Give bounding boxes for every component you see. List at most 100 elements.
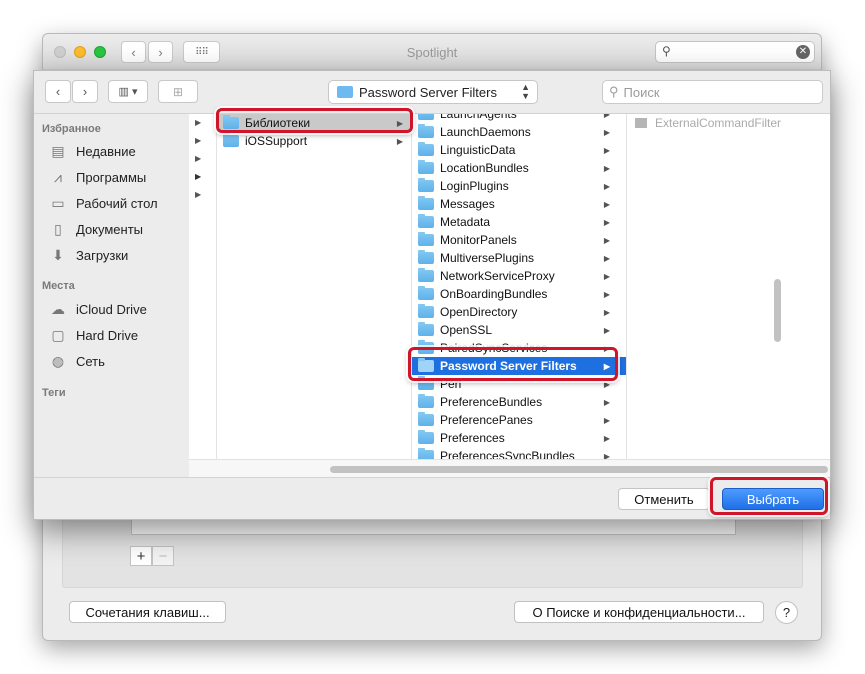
list-item-label: LoginPlugins bbox=[440, 179, 509, 193]
list-item-label: PreferencesSyncBundles bbox=[440, 449, 575, 459]
dialog-toolbar: ‹ › ▥ ▾ ⊞ Password Server Filters ▲ ▼ ⚲ П… bbox=[34, 71, 830, 114]
disk-icon: ▢ bbox=[51, 326, 65, 343]
list-item-folder[interactable]: MonitorPanels ▶ bbox=[412, 231, 626, 249]
folder-icon bbox=[418, 160, 434, 174]
sidebar-item-label: Недавние bbox=[76, 143, 136, 159]
list-item-label: Preferences bbox=[440, 431, 505, 445]
clear-search-icon[interactable]: ✕ bbox=[796, 45, 810, 59]
list-item-folder[interactable]: OpenSSL ▶ bbox=[412, 321, 626, 339]
dialog-back-button[interactable]: ‹ bbox=[45, 80, 71, 103]
list-item-folder[interactable]: LinguisticData ▶ bbox=[412, 141, 626, 159]
list-item-label: LaunchDaemons bbox=[440, 125, 531, 139]
dialog-forward-button[interactable]: › bbox=[72, 80, 98, 103]
sidebar-item-recents[interactable]: ▤ Недавние bbox=[48, 140, 136, 162]
list-item-folder[interactable]: PreferencePanes ▶ bbox=[412, 411, 626, 429]
columns-view-icon: ▥ ▾ bbox=[118, 86, 138, 98]
column-browser: ▶ ▶ ▶ ▶ ▶ Библиотеки ▶ iOSSupport ▶ Laun… bbox=[189, 114, 830, 477]
chevron-right-icon: ▶ bbox=[603, 415, 610, 425]
view-mode-button[interactable]: ▥ ▾ bbox=[108, 80, 148, 103]
column-3: LaunchAgents ▶ LaunchDaemons ▶ LinguisticDat… bbox=[412, 114, 627, 459]
list-item-folder[interactable]: LaunchDaemons ▶ bbox=[412, 123, 626, 141]
chevron-right-icon: ▶ bbox=[603, 253, 610, 263]
horizontal-scrollbar-thumb[interactable] bbox=[330, 466, 828, 473]
chevron-right-icon: ▶ bbox=[603, 217, 610, 227]
list-item-label: NetworkServiceProxy bbox=[440, 269, 555, 283]
preferences-search-field[interactable]: ⚲ ✕ bbox=[655, 41, 815, 63]
sidebar-item-label: iCloud Drive bbox=[76, 301, 147, 317]
title-bar: ‹ › ⠿⠿ Spotlight ⚲ ✕ bbox=[43, 34, 821, 70]
apps-icon: ⩘ bbox=[54, 168, 62, 185]
list-item-folder[interactable]: Metadata ▶ bbox=[412, 213, 626, 231]
highlight-ring-libraries bbox=[216, 108, 413, 133]
chevron-right-icon: ▶ bbox=[195, 172, 202, 181]
chevron-right-icon: ▶ bbox=[396, 136, 403, 146]
list-item-folder[interactable]: OpenDirectory ▶ bbox=[412, 303, 626, 321]
list-item-folder[interactable]: Preferences ▶ bbox=[412, 429, 626, 447]
highlight-ring-choose-button bbox=[710, 477, 828, 515]
help-button[interactable]: ? bbox=[775, 601, 798, 624]
folder-icon bbox=[223, 133, 239, 147]
clock-icon: ▤ bbox=[51, 142, 65, 159]
document-icon: ▯ bbox=[54, 220, 62, 237]
list-item-iossupport[interactable]: iOSSupport ▶ bbox=[217, 132, 411, 150]
sidebar-item-downloads[interactable]: ⬇ Загрузки bbox=[48, 244, 128, 266]
list-item-folder[interactable]: OnBoardingBundles ▶ bbox=[412, 285, 626, 303]
folder-icon bbox=[418, 178, 434, 192]
sidebar-item-icloud[interactable]: ☁ iCloud Drive bbox=[48, 298, 147, 320]
remove-button[interactable]: − bbox=[152, 546, 174, 566]
keyboard-shortcuts-button[interactable]: Сочетания клавиш... bbox=[69, 601, 226, 623]
list-item-folder[interactable]: LoginPlugins ▶ bbox=[412, 177, 626, 195]
column-2: Библиотеки ▶ iOSSupport ▶ bbox=[217, 114, 412, 459]
folder-icon bbox=[418, 430, 434, 444]
list-item-folder[interactable]: LaunchAgents ▶ bbox=[412, 114, 626, 123]
new-folder-icon: ⊞ bbox=[172, 84, 184, 99]
path-popup-menu[interactable]: Password Server Filters ▲ ▼ bbox=[328, 80, 538, 104]
list-item-folder[interactable]: PreferenceBundles ▶ bbox=[412, 393, 626, 411]
horizontal-scrollbar[interactable] bbox=[189, 459, 830, 477]
chevron-right-icon: ▶ bbox=[603, 127, 610, 137]
folder-icon bbox=[418, 114, 434, 120]
list-item-label: Metadata bbox=[440, 215, 491, 229]
sidebar-item-network[interactable]: ◍ Сеть bbox=[48, 350, 105, 372]
folder-icon bbox=[418, 124, 434, 138]
folder-icon bbox=[418, 394, 434, 408]
search-icon: ⚲ bbox=[662, 44, 671, 58]
folder-icon bbox=[418, 322, 434, 336]
folder-icon bbox=[337, 86, 353, 98]
add-button[interactable]: + bbox=[130, 546, 152, 566]
sidebar-item-hard-drive[interactable]: ▢ Hard Drive bbox=[48, 324, 138, 346]
list-item-folder[interactable]: NetworkServiceProxy ▶ bbox=[412, 267, 626, 285]
chevron-right-icon: ▶ bbox=[603, 145, 610, 155]
cancel-button[interactable]: Отменить bbox=[618, 488, 710, 510]
sidebar-item-applications[interactable]: ⩘ Программы bbox=[48, 166, 146, 188]
sidebar-item-desktop[interactable]: ▭ Рабочий стол bbox=[48, 192, 157, 214]
list-item-label: MultiversePlugins bbox=[440, 251, 535, 265]
dialog-search-field[interactable]: ⚲ Поиск bbox=[602, 80, 823, 104]
add-remove-controls: + − bbox=[130, 546, 174, 566]
list-item-folder[interactable]: MultiversePlugins ▶ bbox=[412, 249, 626, 267]
list-item-externalcommandfilter[interactable]: ExternalCommandFilter bbox=[627, 114, 830, 132]
places-header: Места bbox=[42, 280, 75, 292]
up-down-arrows-icon: ▲ ▼ bbox=[521, 82, 530, 101]
column-1: ▶ ▶ ▶ ▶ ▶ bbox=[189, 114, 217, 459]
list-item-label: PreferenceBundles bbox=[440, 395, 543, 409]
open-panel-dialog: ‹ › ▥ ▾ ⊞ Password Server Filters ▲ ▼ ⚲ П… bbox=[33, 70, 831, 520]
chevron-right-icon: › bbox=[82, 84, 88, 99]
chevron-right-icon: ▶ bbox=[603, 235, 610, 245]
chevron-right-icon: ▶ bbox=[603, 199, 610, 209]
about-search-privacy-button[interactable]: О Поиске и конфиденциальности... bbox=[514, 601, 764, 623]
list-item-folder[interactable]: Messages ▶ bbox=[412, 195, 626, 213]
highlight-ring-password-server-filters bbox=[408, 347, 618, 381]
folder-icon bbox=[418, 214, 434, 228]
search-icon: ⚲ bbox=[609, 84, 619, 99]
list-item-folder[interactable]: LocationBundles ▶ bbox=[412, 159, 626, 177]
favorites-header: Избранное bbox=[42, 123, 101, 135]
list-item-folder[interactable]: PreferencesSyncBundles ▶ bbox=[412, 447, 626, 459]
tags-header: Теги bbox=[42, 387, 66, 399]
chevron-right-icon: ▶ bbox=[603, 325, 610, 335]
sidebar: Избранное ▤ Недавние ⩘ Программы ▭ Рабочий … bbox=[34, 114, 189, 477]
new-folder-button[interactable]: ⊞ bbox=[158, 80, 198, 103]
folder-icon bbox=[418, 268, 434, 282]
list-item-label: ExternalCommandFilter bbox=[655, 116, 782, 130]
sidebar-item-documents[interactable]: ▯ Документы bbox=[48, 218, 143, 240]
